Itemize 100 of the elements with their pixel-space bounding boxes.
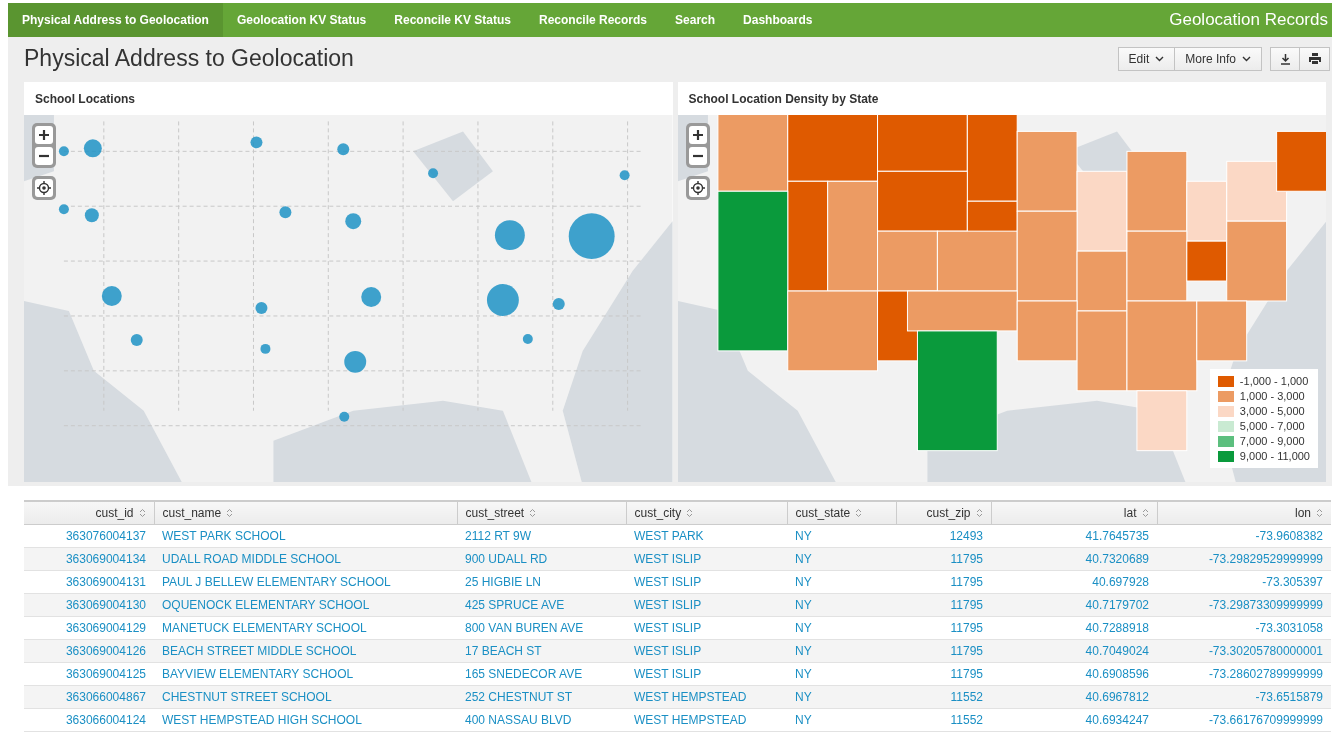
table-cell[interactable]: 11795 — [896, 547, 991, 571]
sort-icon — [855, 508, 863, 518]
table-cell[interactable]: NY — [787, 524, 896, 548]
table-cell[interactable]: 40.6934247 — [991, 708, 1157, 732]
table-cell[interactable]: WEST ISLIP — [626, 662, 787, 686]
nav-tab[interactable]: Reconcile Records — [525, 3, 662, 37]
table-cell[interactable]: NY — [787, 570, 896, 594]
table-cell[interactable]: -73.29873309999999 — [1157, 593, 1331, 617]
table-cell[interactable]: WEST ISLIP — [626, 616, 787, 640]
table-cell[interactable]: 11795 — [896, 616, 991, 640]
table-cell[interactable]: WEST ISLIP — [626, 570, 787, 594]
table-cell[interactable]: -73.9608382 — [1157, 524, 1331, 548]
table-cell[interactable]: 363069004131 — [24, 570, 154, 594]
table-cell[interactable]: 425 SPRUCE AVE — [457, 593, 626, 617]
column-header[interactable]: cust_street — [457, 501, 626, 525]
printer-icon — [1308, 53, 1321, 64]
table-cell[interactable]: -73.30205780000001 — [1157, 639, 1331, 663]
table-cell[interactable]: 11795 — [896, 639, 991, 663]
column-header[interactable]: cust_city — [626, 501, 787, 525]
table-cell[interactable]: 363076004137 — [24, 524, 154, 548]
table-cell[interactable]: 41.7645735 — [991, 524, 1157, 548]
zoom-in-button[interactable] — [35, 126, 53, 144]
table-cell[interactable]: BAYVIEW ELEMENTARY SCHOOL — [154, 662, 457, 686]
nav-tab[interactable]: Reconcile KV Status — [380, 3, 525, 37]
zoom-in-button[interactable] — [688, 126, 707, 144]
table-cell[interactable]: 165 SNEDECOR AVE — [457, 662, 626, 686]
table-cell[interactable]: WEST HEMPSTEAD — [626, 708, 787, 732]
table-cell[interactable]: UDALL ROAD MIDDLE SCHOOL — [154, 547, 457, 571]
table-cell[interactable]: 11795 — [896, 662, 991, 686]
table-cell[interactable]: MANETUCK ELEMENTARY SCHOOL — [154, 616, 457, 640]
table-cell[interactable]: 252 CHESTNUT ST — [457, 685, 626, 709]
table-cell[interactable]: 11795 — [896, 570, 991, 594]
table-cell[interactable]: 12493 — [896, 524, 991, 548]
table-cell[interactable]: NY — [787, 708, 896, 732]
nav-tab[interactable]: Dashboards — [729, 3, 827, 37]
table-cell[interactable]: -73.6515879 — [1157, 685, 1331, 709]
table-cell[interactable]: 25 HIGBIE LN — [457, 570, 626, 594]
table-cell[interactable]: 363069004134 — [24, 547, 154, 571]
table-cell[interactable]: WEST HEMPSTEAD — [626, 685, 787, 709]
table-cell[interactable]: 2112 RT 9W — [457, 524, 626, 548]
table-cell[interactable]: 11552 — [896, 685, 991, 709]
table-cell[interactable]: 363069004126 — [24, 639, 154, 663]
table-cell[interactable]: 40.7049024 — [991, 639, 1157, 663]
table-cell[interactable]: 900 UDALL RD — [457, 547, 626, 571]
table-cell[interactable]: 363069004129 — [24, 616, 154, 640]
table-cell[interactable]: WEST ISLIP — [626, 639, 787, 663]
table-cell[interactable]: 400 NASSAU BLVD — [457, 708, 626, 732]
table-cell[interactable]: 363066004124 — [24, 708, 154, 732]
dropdown-button[interactable]: Edit — [1117, 46, 1176, 71]
column-header[interactable]: cust_name — [154, 501, 457, 525]
table-cell[interactable]: 40.6908596 — [991, 662, 1157, 686]
table-cell[interactable]: 40.697928 — [991, 570, 1157, 594]
dropdown-button[interactable]: More Info — [1175, 46, 1262, 71]
export-button[interactable] — [1270, 46, 1300, 71]
table-cell[interactable]: -73.28602789999999 — [1157, 662, 1331, 686]
column-header[interactable]: cust_zip — [896, 501, 991, 525]
table-cell[interactable]: 40.7179702 — [991, 593, 1157, 617]
table-cell[interactable]: 40.6967812 — [991, 685, 1157, 709]
column-header[interactable]: cust_id — [24, 501, 154, 525]
table-cell[interactable]: -73.3031058 — [1157, 616, 1331, 640]
table-cell[interactable]: WEST HEMPSTEAD HIGH SCHOOL — [154, 708, 457, 732]
table-cell[interactable]: 363069004130 — [24, 593, 154, 617]
table-cell[interactable]: -73.305397 — [1157, 570, 1331, 594]
table-cell[interactable]: NY — [787, 547, 896, 571]
nav-tab[interactable]: Search — [661, 3, 730, 37]
plus-icon — [39, 130, 49, 140]
table-cell[interactable]: 40.7320689 — [991, 547, 1157, 571]
table-cell[interactable]: NY — [787, 639, 896, 663]
nav-tab[interactable]: Geolocation KV Status — [222, 3, 381, 37]
table-cell[interactable]: 17 BEACH ST — [457, 639, 626, 663]
table-cell[interactable]: 800 VAN BUREN AVE — [457, 616, 626, 640]
table-cell[interactable]: -73.66176709999999 — [1157, 708, 1331, 732]
zoom-out-button[interactable] — [688, 147, 707, 165]
print-button[interactable] — [1300, 46, 1330, 71]
table-cell[interactable]: NY — [787, 593, 896, 617]
table-cell[interactable]: NY — [787, 662, 896, 686]
zoom-out-button[interactable] — [35, 147, 53, 165]
table-cell[interactable]: 363069004125 — [24, 662, 154, 686]
table-cell[interactable]: 11795 — [896, 593, 991, 617]
table-cell[interactable]: WEST ISLIP — [626, 593, 787, 617]
table-cell[interactable]: WEST PARK SCHOOL — [154, 524, 457, 548]
table-cell[interactable]: 11552 — [896, 708, 991, 732]
column-header[interactable]: lat — [991, 501, 1157, 525]
table-cell[interactable]: WEST PARK — [626, 524, 787, 548]
table-cell[interactable]: WEST ISLIP — [626, 547, 787, 571]
table-cell[interactable]: NY — [787, 616, 896, 640]
locate-button[interactable] — [35, 179, 53, 197]
column-header[interactable]: lon — [1157, 501, 1331, 525]
column-header[interactable]: cust_state — [787, 501, 896, 525]
table-cell[interactable]: PAUL J BELLEW ELEMENTARY SCHOOL — [154, 570, 457, 594]
table-cell[interactable]: 363066004867 — [24, 685, 154, 709]
locate-button[interactable] — [688, 179, 707, 197]
nav-tab[interactable]: Physical Address to Geolocation — [8, 3, 223, 37]
table-cell[interactable]: OQUENOCK ELEMENTARY SCHOOL — [154, 593, 457, 617]
table-cell[interactable]: CHESTNUT STREET SCHOOL — [154, 685, 457, 709]
table-cell[interactable]: BEACH STREET MIDDLE SCHOOL — [154, 639, 457, 663]
table-cell[interactable]: -73.29829529999999 — [1157, 547, 1331, 571]
table-cell[interactable]: 40.7288918 — [991, 616, 1157, 640]
table-cell[interactable]: NY — [787, 685, 896, 709]
sort-icon — [1316, 508, 1323, 518]
